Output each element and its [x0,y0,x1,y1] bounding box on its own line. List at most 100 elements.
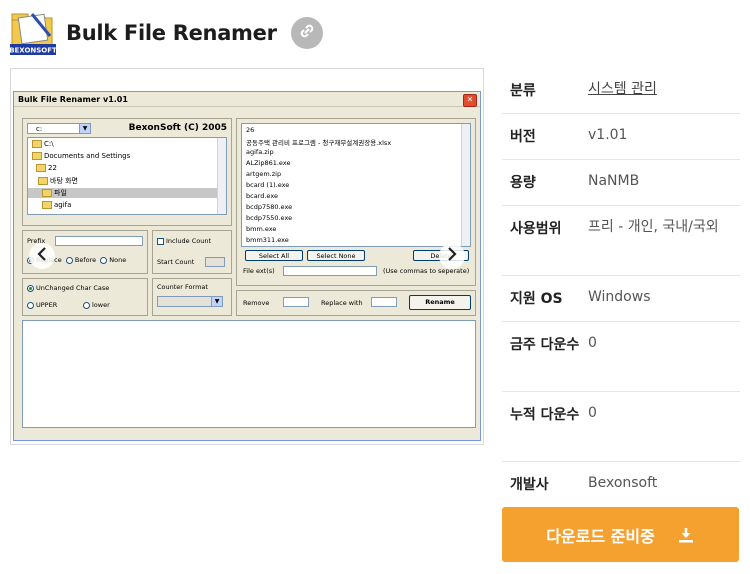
tree-item: Documents and Settings [32,152,130,160]
file-item: artgem.zip [246,170,282,178]
file-item: bcdp7550.exe [246,214,293,222]
remove-input [283,297,309,307]
case-panel: UnChanged Char Case UPPER lower [22,278,148,316]
info-key: 지원 OS [510,291,563,307]
info-value: v1.01 [588,127,628,143]
chevron-left-icon [36,246,48,266]
rename-button: Rename [409,295,471,310]
info-row-version: 버전 v1.01 [502,114,740,160]
info-value: NaNMB [588,173,640,189]
carousel-prev-button[interactable] [29,243,55,269]
info-key: 버전 [510,129,536,145]
remove-label: Remove [243,299,270,307]
upper-option: UPPER [27,301,57,309]
info-key: 사용범위 [510,221,562,237]
file-list: 26 공동주택 관리비 프로그램 - 청구재무설계권장용.xlsx agifa.… [241,123,471,247]
info-row-os: 지원 OS Windows [502,276,740,322]
radio-icon [27,301,34,309]
info-value: Bexonsoft [588,475,658,491]
tree-item: agifa [42,201,71,209]
file-item: bmm311.exe [246,236,289,244]
info-row-developer: 개발사 Bexonsoft [502,462,740,508]
chevron-down-icon: ▼ [79,124,90,133]
screenshot-viewer[interactable]: Bulk File Renamer v1.01 ✕ c: ▼ BexonSoft… [10,68,484,445]
file-item: bcard.exe [246,192,278,200]
info-value: 0 [588,405,597,421]
unchanged-option: UnChanged Char Case [27,284,109,292]
tree-item: C:\ [32,140,54,148]
file-item: 26 [246,126,255,134]
carousel-next-button[interactable] [439,243,465,269]
download-icon [677,526,695,544]
folder-icon [36,164,46,172]
radio-icon [100,256,108,264]
app-title: Bulk File Renamer [66,21,277,45]
info-value: Windows [588,289,651,305]
counter-format-select: ▼ [157,296,223,307]
file-ext-input [283,266,377,276]
file-item: ALZip861.exe [246,159,291,167]
info-table: 분류 시스템 관리 버전 v1.01 용량 NaNMB 사용범위 프리 - 개인… [502,68,740,508]
file-item: agifa.zip [246,148,274,156]
folder-icon [32,152,42,160]
info-key: 분류 [510,83,536,99]
info-key: 개발사 [510,477,549,493]
category-link[interactable]: 시스템 관리 [588,78,736,101]
app-header: BEXONSOFT Bulk File Renamer [9,8,330,58]
chevron-down-icon: ▼ [211,297,222,306]
counter-format-label: Counter Format [157,283,208,291]
count-panel: Include Count Start Count [152,230,232,274]
file-ext-label: File ext(s) [243,267,275,275]
window-title: Bulk File Renamer v1.01 [18,94,128,104]
chevron-right-icon [446,246,458,266]
select-all-button: Select All [245,250,303,261]
drive-select: c: ▼ [27,123,91,134]
info-value: 프리 - 개인, 국내/국외 [588,219,719,235]
info-row-category: 분류 시스템 관리 [502,68,740,114]
app-screenshot: Bulk File Renamer v1.01 ✕ c: ▼ BexonSoft… [13,91,481,441]
file-scrollbar [461,124,470,246]
tree-item: 22 [36,164,57,172]
download-label: 다운로드 준비중 [546,526,655,546]
link-icon [298,22,316,44]
copy-link-button[interactable] [290,17,323,49]
tree-item: 바탕 화면 [38,176,78,186]
prefix-input [55,236,143,246]
folder-icon [42,201,52,209]
replace-with-input [371,297,397,307]
info-row-license: 사용범위 프리 - 개인, 국내/국외 [502,206,740,276]
folder-icon [38,177,48,185]
app-logo-icon: BEXONSOFT [9,10,57,56]
download-button[interactable]: 다운로드 준비중 [502,507,739,562]
info-row-weekly-downloads: 금주 다운수 0 [502,322,740,392]
replace-with-label: Replace with [321,299,363,307]
folder-panel: c: ▼ BexonSoft (C) 2005 C:\ Documents an… [22,118,232,226]
info-key: 누적 다운수 [510,407,580,423]
tree-scrollbar [217,138,226,214]
radio-icon [27,284,34,292]
folder-tree: C:\ Documents and Settings 22 바탕 화면 파일 a… [27,137,227,215]
file-item: bmm.exe [246,225,277,233]
file-item: bcdp7580.exe [246,203,293,211]
start-count-label: Start Count [157,258,195,266]
window-close-icon: ✕ [463,94,477,107]
info-row-total-downloads: 누적 다운수 0 [502,392,740,462]
info-value: 0 [588,335,597,351]
log-area [22,320,476,428]
window-titlebar: Bulk File Renamer v1.01 [14,92,480,107]
folder-icon [42,189,52,197]
replace-panel: Remove Replace with Rename [236,290,476,316]
brand-label: BexonSoft (C) 2005 [128,123,227,133]
radio-icon [65,256,73,264]
start-count-input [205,257,225,267]
folder-icon [32,140,42,148]
info-row-size: 용량 NaNMB [502,160,740,206]
select-none-button: Select None [307,250,365,261]
radio-icon [83,301,90,309]
lower-option: lower [83,301,110,309]
file-item: 공동주택 관리비 프로그램 - 청구재무설계권장용.xlsx [246,139,392,147]
info-key: 용량 [510,175,536,191]
checkbox-icon [157,237,164,245]
info-key: 금주 다운수 [510,337,580,353]
counter-format-panel: Counter Format ▼ [152,278,232,316]
